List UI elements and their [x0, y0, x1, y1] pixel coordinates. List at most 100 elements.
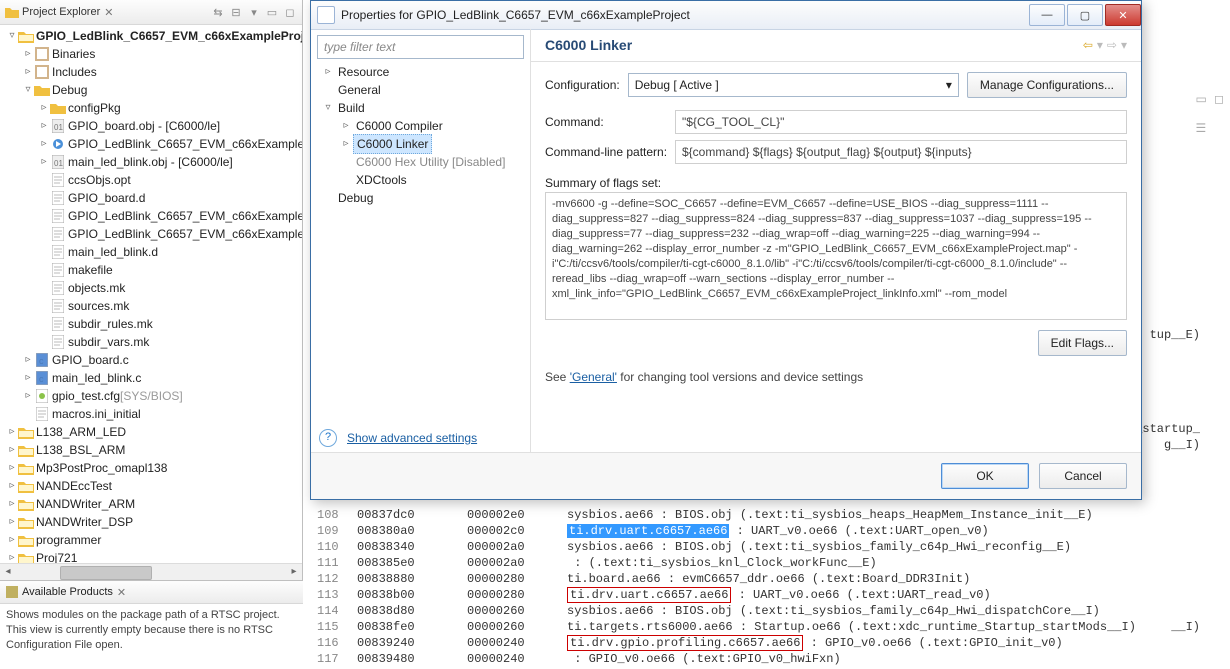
editor-toolbar-icons[interactable]: ▭ ◻☰	[1196, 92, 1225, 136]
configuration-label: Configuration:	[545, 78, 620, 92]
properties-dialog: Properties for GPIO_LedBlink_C6657_EVM_c…	[310, 0, 1142, 500]
code-line: 1160083924000000240ti.drv.gpio.profiling…	[317, 636, 1063, 652]
txt-icon	[50, 280, 66, 296]
forward-icon[interactable]: ⇨	[1107, 38, 1117, 52]
tree-item[interactable]: ▹programmer	[2, 531, 302, 549]
category-item[interactable]: General	[317, 81, 524, 99]
category-item[interactable]: ▹C6000 Compiler	[317, 117, 524, 135]
category-item[interactable]: ▹Resource	[317, 63, 524, 81]
code-line: 11000838340000002a0sysbios.ae66 : BIOS.o…	[317, 540, 1071, 556]
tree-item[interactable]: ▹L138_ARM_LED	[2, 423, 302, 441]
proj-icon	[18, 478, 34, 494]
minimize-view-icon[interactable]: ▭	[264, 4, 280, 20]
tree-item[interactable]: ▹Mp3PostProc_omapl138	[2, 459, 302, 477]
tree-item[interactable]: GPIO_LedBlink_C6657_EVM_c66xExamplePr	[2, 207, 302, 225]
package-icon	[4, 584, 20, 600]
available-products-body: Shows modules on the package path of a R…	[0, 604, 303, 657]
category-item[interactable]: ▹C6000 Linker	[317, 135, 524, 153]
filter-input[interactable]: type filter text	[317, 35, 524, 59]
minimize-button[interactable]: —	[1029, 4, 1065, 26]
tree-item[interactable]: ▹NANDEccTest	[2, 477, 302, 495]
back-menu-icon[interactable]: ▾	[1097, 38, 1103, 52]
pattern-label: Command-line pattern:	[545, 145, 675, 159]
code-fragment: _startup_	[1135, 422, 1200, 438]
svg-text:c: c	[39, 356, 44, 366]
configuration-combo[interactable]: Debug [ Active ] ▾	[628, 73, 959, 97]
code-fragment: __I)	[1171, 620, 1200, 636]
proj-icon	[18, 460, 34, 476]
pattern-field[interactable]: ${command} ${flags} ${output_flag} ${out…	[675, 140, 1127, 164]
tree-item[interactable]: ▹01main_led_blink.obj - [C6000/le]	[2, 153, 302, 171]
view-badge: ✕	[104, 6, 113, 19]
tree-item[interactable]: ▹Binaries	[2, 45, 302, 63]
scroll-thumb[interactable]	[60, 566, 152, 580]
collapse-all-icon[interactable]: ⊟	[228, 4, 244, 20]
folder-icon	[4, 4, 20, 20]
tree-item[interactable]: sources.mk	[2, 297, 302, 315]
txt-icon	[50, 226, 66, 242]
tree-item[interactable]: ▹NANDWriter_DSP	[2, 513, 302, 531]
tree-item[interactable]: ▹Includes	[2, 63, 302, 81]
available-products-header: Available Products ✕	[0, 581, 303, 604]
maximize-button[interactable]: ▢	[1067, 4, 1103, 26]
tree-item[interactable]: ▹cmain_led_blink.c	[2, 369, 302, 387]
svg-text:01: 01	[54, 159, 63, 168]
command-field[interactable]: "${CG_TOOL_CL}"	[675, 110, 1127, 134]
available-products-title: Available Products	[22, 586, 113, 598]
fld-icon	[50, 100, 66, 116]
tree-item[interactable]: subdir_vars.mk	[2, 333, 302, 351]
tree-item[interactable]: ▹GPIO_LedBlink_C6657_EVM_c66xExamplePr	[2, 135, 302, 153]
tree-item[interactable]: ▹01GPIO_board.obj - [C6000/le]	[2, 117, 302, 135]
exe-icon	[50, 136, 66, 152]
show-advanced-link[interactable]: ? Show advanced settings	[317, 415, 524, 453]
tree-item[interactable]: ▿Debug	[2, 81, 302, 99]
scroll-right-icon[interactable]: ▸	[286, 564, 302, 580]
manage-configurations-button[interactable]: Manage Configurations...	[967, 72, 1127, 98]
general-hint: See 'General' for changing tool versions…	[531, 366, 1141, 388]
edit-flags-button[interactable]: Edit Flags...	[1038, 330, 1127, 356]
tree-item[interactable]: ▹NANDWriter_ARM	[2, 495, 302, 513]
tree-item[interactable]: ccsObjs.opt	[2, 171, 302, 189]
txt-icon	[50, 208, 66, 224]
cf-icon: c	[34, 370, 50, 386]
general-link[interactable]: 'General'	[570, 370, 617, 384]
category-item[interactable]: Debug	[317, 189, 524, 207]
ok-button[interactable]: OK	[941, 463, 1029, 489]
category-item[interactable]: ▿Build	[317, 99, 524, 117]
forward-menu-icon[interactable]: ▾	[1121, 38, 1127, 52]
tree-item[interactable]: ▿GPIO_LedBlink_C6657_EVM_c66xExampleProj…	[2, 27, 302, 45]
tree-item[interactable]: ▹gpio_test.cfg [SYS/BIOS]	[2, 387, 302, 405]
txt-icon	[50, 316, 66, 332]
properties-category-tree[interactable]: ▹ResourceGeneral▿Build▹C6000 Compiler▹C6…	[317, 63, 524, 415]
tree-item[interactable]: makefile	[2, 261, 302, 279]
tree-item[interactable]: GPIO_LedBlink_C6657_EVM_c66xExamplePr	[2, 225, 302, 243]
code-line: 1120083888000000280ti.board.ae66 : evmC6…	[317, 572, 970, 588]
tree-item[interactable]: ▹configPkg	[2, 99, 302, 117]
tree-item[interactable]: subdir_rules.mk	[2, 315, 302, 333]
link-with-editor-icon[interactable]: ⇆	[210, 4, 226, 20]
code-line: 11400838d8000000260sysbios.ae66 : BIOS.o…	[317, 604, 1100, 620]
tree-item[interactable]: main_led_blink.d	[2, 243, 302, 261]
cancel-button[interactable]: Cancel	[1039, 463, 1127, 489]
project-tree[interactable]: ▿GPIO_LedBlink_C6657_EVM_c66xExampleProj…	[0, 25, 302, 587]
summary-textarea[interactable]: -mv6600 -g --define=SOC_C6657 --define=E…	[545, 192, 1127, 320]
category-item[interactable]: XDCtools	[317, 171, 524, 189]
tree-item[interactable]: ▹cGPIO_board.c	[2, 351, 302, 369]
dialog-titlebar[interactable]: Properties for GPIO_LedBlink_C6657_EVM_c…	[311, 1, 1141, 30]
svg-text:01: 01	[54, 123, 63, 132]
scroll-left-icon[interactable]: ◂	[0, 564, 16, 580]
project-explorer-panel: Project Explorer ✕ ⇆ ⊟ ▾ ▭ ◻ ▿GPIO_LedBl…	[0, 0, 303, 580]
tree-item[interactable]: ▹L138_BSL_ARM	[2, 441, 302, 459]
maximize-view-icon[interactable]: ◻	[282, 4, 298, 20]
horizontal-scrollbar[interactable]: ◂ ▸	[0, 563, 302, 580]
tree-item[interactable]: objects.mk	[2, 279, 302, 297]
svg-text:c: c	[39, 374, 44, 384]
category-item[interactable]: C6000 Hex Utility [Disabled]	[317, 153, 524, 171]
tree-item[interactable]: macros.ini_initial	[2, 405, 302, 423]
lib-icon	[34, 64, 50, 80]
tree-item[interactable]: GPIO_board.d	[2, 189, 302, 207]
view-menu-icon[interactable]: ▾	[246, 4, 262, 20]
cf-icon: c	[34, 352, 50, 368]
close-button[interactable]: ✕	[1105, 4, 1141, 26]
back-icon[interactable]: ⇦	[1083, 38, 1093, 52]
